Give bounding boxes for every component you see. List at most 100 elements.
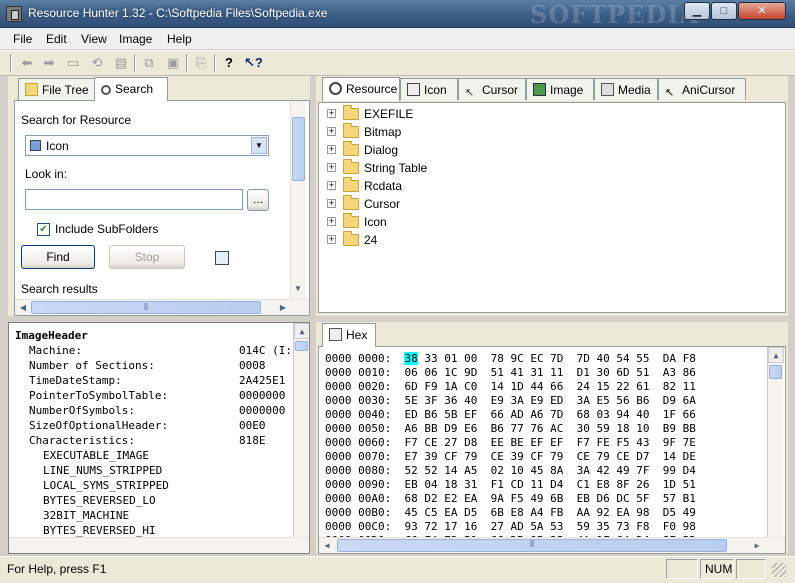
hex-row: 0000 0020: 6D F9 1A C0 14 1D 44 66 24 15… (325, 380, 696, 394)
tab-label: Hex (346, 328, 368, 342)
tab-file-tree[interactable]: File Tree (18, 78, 96, 100)
maximize-button[interactable]: □ (711, 2, 737, 20)
tree-item-dialog[interactable]: + Dialog (319, 141, 619, 159)
stop-button[interactable]: Stop (109, 245, 185, 269)
characteristic-flag: EXECUTABLE_IMAGE (43, 449, 149, 462)
header-info-view[interactable]: ImageHeader Machine: 014C (I: Number of … (8, 322, 310, 554)
tree-item-bitmap[interactable]: + Bitmap (319, 123, 619, 141)
scroll-left-icon[interactable]: ◀ (15, 300, 31, 316)
status-caps (666, 559, 698, 579)
tab-image[interactable]: Image (526, 78, 594, 100)
tree-item-icon[interactable]: + Icon (319, 213, 619, 231)
field-name: Characteristics: (29, 434, 135, 447)
hex-address: 0000 0000: (325, 352, 392, 365)
expand-icon[interactable]: + (327, 163, 336, 172)
scroll-thumb[interactable] (292, 117, 305, 181)
hex-horizontal-scrollbar[interactable]: ◀ ⦀ ▶ (319, 537, 785, 553)
scroll-left-icon[interactable]: ◀ (319, 538, 335, 553)
refresh-icon[interactable]: ⟲ (88, 54, 106, 72)
help-icon[interactable]: ? (220, 54, 238, 72)
menu-view[interactable]: View (81, 32, 107, 46)
context-help-icon[interactable]: ↖? (244, 54, 263, 72)
hex-row: 0000 0000: 38 33 01 00 78 9C EC 7D 7D 40… (325, 352, 696, 366)
tree-item-24[interactable]: + 24 (319, 231, 619, 249)
scroll-up-icon[interactable]: ▲ (768, 347, 784, 363)
menu-help[interactable]: Help (167, 32, 192, 46)
scroll-up-icon[interactable]: ▲ (294, 323, 309, 339)
tree-item-exefile[interactable]: + EXEFILE (319, 105, 619, 123)
include-subfolders-checkbox[interactable]: ✔ (37, 223, 50, 236)
tab-cursor[interactable]: ↖ Cursor (458, 78, 526, 100)
copy-icon[interactable]: ⧉ (140, 54, 158, 72)
expand-icon[interactable]: + (327, 199, 336, 208)
expand-icon[interactable]: + (327, 235, 336, 244)
tree-item-label: Icon (364, 215, 387, 229)
find-button[interactable]: Find (21, 245, 95, 269)
scroll-down-icon[interactable]: ▼ (290, 281, 306, 297)
tab-search[interactable]: Search (94, 77, 168, 101)
search-vertical-scrollbar[interactable]: ▼ (290, 101, 306, 299)
expand-icon[interactable]: + (327, 109, 336, 118)
header-vertical-scrollbar[interactable]: ▲ (293, 323, 309, 537)
resize-grip-icon[interactable] (772, 563, 786, 577)
header-title: ImageHeader (15, 329, 88, 342)
save-disk-icon[interactable]: ▣ (164, 54, 182, 72)
save-icon[interactable]: ▤ (112, 54, 130, 72)
look-in-input[interactable] (25, 189, 243, 210)
menu-image[interactable]: Image (119, 32, 152, 46)
forward-arrow-icon[interactable]: ➡ (40, 54, 58, 72)
open-folder-icon[interactable]: ▭ (64, 54, 82, 72)
chevron-down-icon[interactable]: ▼ (251, 137, 267, 154)
tree-item-label: String Table (364, 161, 428, 175)
cursor-icon: ↖ (465, 87, 475, 99)
tab-anicursor[interactable]: ↖ AniCursor (658, 78, 746, 100)
header-horizontal-scrollbar[interactable] (9, 537, 309, 553)
scroll-thumb[interactable] (295, 341, 308, 351)
expand-icon[interactable]: + (327, 181, 336, 190)
field-name: NumberOfSymbols: (29, 404, 135, 417)
hex-vertical-scrollbar[interactable]: ▲ (767, 347, 784, 537)
status-num: NUM (700, 559, 734, 579)
scroll-right-icon[interactable]: ▶ (275, 300, 291, 316)
menu-file[interactable]: File (13, 32, 32, 46)
resource-tree[interactable]: + EXEFILE + Bitmap + Dialog + String Tab… (318, 102, 786, 313)
hex-address: 0000 0010: (325, 366, 392, 379)
title-bar: Resource Hunter 1.32 - C:\Softpedia File… (0, 0, 795, 29)
resource-type-select[interactable]: Icon ▼ (25, 135, 269, 156)
hex-row: 0000 0010: 06 06 1C 9D 51 41 31 11 D1 30… (325, 366, 696, 380)
search-tab-page: Search for Resource Icon ▼ Look in: ... … (14, 100, 310, 316)
scroll-thumb[interactable] (769, 365, 782, 379)
expand-icon[interactable]: + (327, 217, 336, 226)
hex-bytes: EB 04 18 31 F1 CD 11 D4 C1 E8 8F 26 1D 5… (404, 478, 696, 491)
tab-hex[interactable]: Hex (322, 323, 376, 347)
scroll-thumb[interactable]: ⦀ (337, 539, 727, 552)
window-title: Resource Hunter 1.32 - C:\Softpedia File… (28, 6, 328, 20)
scroll-thumb[interactable]: ⦀ (31, 301, 261, 314)
expand-icon[interactable]: + (327, 145, 336, 154)
hex-view[interactable]: 0000 0000: 38 33 01 00 78 9C EC 7D 7D 40… (318, 346, 786, 554)
folder-icon (343, 195, 359, 210)
tab-icon[interactable]: Icon (400, 78, 458, 100)
tree-item-string-table[interactable]: + String Table (319, 159, 619, 177)
toolbar: ⬅ ➡ ▭ ⟲ ▤ ⧉ ▣ ⎘ ? ↖? (0, 50, 795, 76)
menu-edit[interactable]: Edit (46, 32, 67, 46)
browse-button[interactable]: ... (247, 189, 269, 211)
extract-icon[interactable]: ⎘ (192, 54, 210, 72)
minimize-button[interactable]: ▁ (684, 2, 710, 20)
toolbar-separator (186, 54, 188, 72)
tree-item-rcdata[interactable]: + Rcdata (319, 177, 619, 195)
tree-item-cursor[interactable]: + Cursor (319, 195, 619, 213)
hex-bytes: 93 72 17 16 27 AD 5A 53 59 35 73 F8 F0 9… (404, 520, 696, 533)
tab-label: Media (618, 83, 651, 97)
hex-cursor-byte[interactable]: 38 (404, 352, 418, 365)
scroll-right-icon[interactable]: ▶ (749, 538, 765, 553)
search-horizontal-scrollbar[interactable]: ◀ ⦀ ▶ (15, 299, 309, 315)
tab-media[interactable]: Media (594, 78, 658, 100)
tab-resource[interactable]: Resource (322, 77, 400, 101)
close-button[interactable]: ✕ (738, 2, 786, 20)
back-arrow-icon[interactable]: ⬅ (18, 54, 36, 72)
app-icon[interactable] (6, 6, 22, 22)
search-results-icon[interactable] (215, 251, 229, 265)
toolbar-separator (214, 54, 216, 72)
expand-icon[interactable]: + (327, 127, 336, 136)
